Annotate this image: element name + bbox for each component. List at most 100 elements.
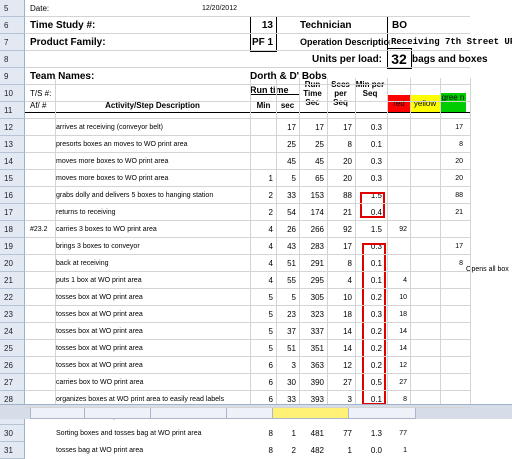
table-cell-secs[interactable]: 10 — [327, 289, 355, 306]
table-cell-sec[interactable]: 5 — [276, 289, 299, 306]
table-cell-min[interactable]: 5 — [251, 323, 276, 340]
table-cell-sec[interactable]: 23 — [276, 306, 299, 323]
row-header[interactable]: 24 — [0, 323, 25, 340]
sheet-tab-6[interactable] — [348, 407, 416, 419]
table-cell-secs[interactable]: 20 — [327, 170, 355, 187]
table-cell-red[interactable] — [388, 119, 410, 136]
table-cell-sec[interactable]: 55 — [276, 272, 299, 289]
table-cell-min[interactable]: 1 — [251, 170, 276, 187]
table-cell-red[interactable] — [388, 187, 410, 204]
table-cell-red[interactable]: 27 — [388, 374, 410, 391]
table-cell-red[interactable]: 14 — [388, 323, 410, 340]
table-cell-desc[interactable]: grabs dolly and delivers 5 boxes to hang… — [56, 187, 250, 204]
table-cell-sec[interactable]: 17 — [276, 119, 299, 136]
table-cell-run[interactable]: 25 — [299, 136, 327, 153]
time-study-value[interactable]: 13 — [251, 17, 276, 34]
table-cell-aff[interactable] — [30, 442, 54, 459]
table-cell-run[interactable]: 390 — [299, 374, 327, 391]
table-cell-red[interactable] — [388, 170, 410, 187]
table-cell-mins[interactable]: 0.1 — [355, 136, 385, 153]
table-cell-green[interactable] — [440, 272, 466, 289]
table-cell-secs[interactable]: 20 — [327, 153, 355, 170]
table-cell-aff[interactable] — [30, 289, 54, 306]
table-cell-aff[interactable] — [30, 323, 54, 340]
table-cell-green[interactable]: 8 — [440, 136, 466, 153]
table-cell-desc[interactable]: Sorting boxes and tosses bag at WO print… — [56, 425, 250, 442]
row-header[interactable]: 14 — [0, 153, 25, 170]
table-cell-min[interactable]: 4 — [251, 221, 276, 238]
table-cell-min[interactable]: 6 — [251, 357, 276, 374]
table-cell-run[interactable]: 17 — [299, 119, 327, 136]
table-cell-aff[interactable] — [30, 374, 54, 391]
table-cell-sec[interactable]: 37 — [276, 323, 299, 340]
table-cell-secs[interactable]: 14 — [327, 323, 355, 340]
table-cell-aff[interactable] — [30, 204, 54, 221]
table-cell-secs[interactable]: 21 — [327, 204, 355, 221]
row-header[interactable]: 10 — [0, 85, 25, 102]
row-header[interactable]: 22 — [0, 289, 25, 306]
table-cell-run[interactable]: 283 — [299, 238, 327, 255]
table-cell-min[interactable]: 6 — [251, 374, 276, 391]
table-cell-min[interactable] — [251, 119, 276, 136]
table-cell-desc[interactable]: puts 1 box at WO print area — [56, 272, 250, 289]
table-cell-run[interactable]: 337 — [299, 323, 327, 340]
table-cell-green[interactable]: 17 — [440, 238, 466, 255]
table-cell-desc[interactable]: tosses box at WO print area — [56, 306, 250, 323]
table-cell-aff[interactable] — [30, 136, 54, 153]
table-cell-green[interactable] — [440, 442, 466, 459]
table-cell-aff[interactable]: #23.2 — [30, 221, 54, 238]
table-cell-secs[interactable]: 88 — [327, 187, 355, 204]
table-cell-mins[interactable]: 0.3 — [355, 119, 385, 136]
technician-value[interactable]: BO — [392, 17, 432, 34]
table-cell-red[interactable] — [388, 255, 410, 272]
table-cell-red[interactable] — [388, 136, 410, 153]
table-cell-run[interactable]: 295 — [299, 272, 327, 289]
table-cell-red[interactable]: 18 — [388, 306, 410, 323]
row-header[interactable]: 23 — [0, 306, 25, 323]
table-cell-sec[interactable]: 54 — [276, 204, 299, 221]
sheet-tab-5[interactable] — [272, 407, 350, 419]
table-cell-desc[interactable]: returns to receiving — [56, 204, 250, 221]
table-cell-red[interactable]: 92 — [388, 221, 410, 238]
sheet-tab-2[interactable] — [84, 407, 152, 419]
table-cell-min[interactable]: 5 — [251, 340, 276, 357]
table-cell-mins[interactable]: 0.3 — [355, 170, 385, 187]
row-header[interactable]: 20 — [0, 255, 25, 272]
row-header[interactable]: 7 — [0, 34, 25, 51]
table-cell-green[interactable] — [440, 340, 466, 357]
row-header[interactable]: 25 — [0, 340, 25, 357]
row-header[interactable]: 18 — [0, 221, 25, 238]
table-cell-aff[interactable] — [30, 306, 54, 323]
table-cell-aff[interactable] — [30, 238, 54, 255]
table-cell-aff[interactable] — [30, 119, 54, 136]
row-header[interactable]: 27 — [0, 374, 25, 391]
row-header[interactable]: 17 — [0, 204, 25, 221]
table-cell-green[interactable] — [440, 374, 466, 391]
table-cell-min[interactable]: 2 — [251, 187, 276, 204]
sheet-tab-4[interactable] — [226, 407, 274, 419]
table-cell-min[interactable]: 5 — [251, 306, 276, 323]
row-header[interactable]: 26 — [0, 357, 25, 374]
table-cell-mins[interactable]: 0.0 — [355, 442, 385, 459]
table-cell-secs[interactable]: 8 — [327, 255, 355, 272]
row-header[interactable]: 12 — [0, 119, 25, 136]
table-cell-aff[interactable] — [30, 170, 54, 187]
table-cell-run[interactable]: 45 — [299, 153, 327, 170]
table-cell-min[interactable]: 4 — [251, 272, 276, 289]
table-cell-run[interactable]: 266 — [299, 221, 327, 238]
table-cell-min[interactable]: 4 — [251, 255, 276, 272]
table-cell-run[interactable]: 323 — [299, 306, 327, 323]
table-cell-green[interactable]: 88 — [440, 187, 466, 204]
sheet-tab-3[interactable] — [150, 407, 228, 419]
table-cell-run[interactable]: 351 — [299, 340, 327, 357]
table-cell-min[interactable]: 8 — [251, 425, 276, 442]
date-value[interactable]: 12/20/2012 — [150, 0, 240, 17]
table-cell-secs[interactable]: 1 — [327, 442, 355, 459]
table-cell-desc[interactable]: tosses bag at WO print area — [56, 442, 250, 459]
table-cell-green[interactable]: 20 — [440, 153, 466, 170]
table-cell-green[interactable] — [440, 323, 466, 340]
table-cell-desc[interactable]: brings 3 boxes to conveyor — [56, 238, 250, 255]
table-cell-desc[interactable]: carries box to WO print area — [56, 374, 250, 391]
row-header[interactable]: 21 — [0, 272, 25, 289]
table-cell-sec[interactable]: 25 — [276, 136, 299, 153]
